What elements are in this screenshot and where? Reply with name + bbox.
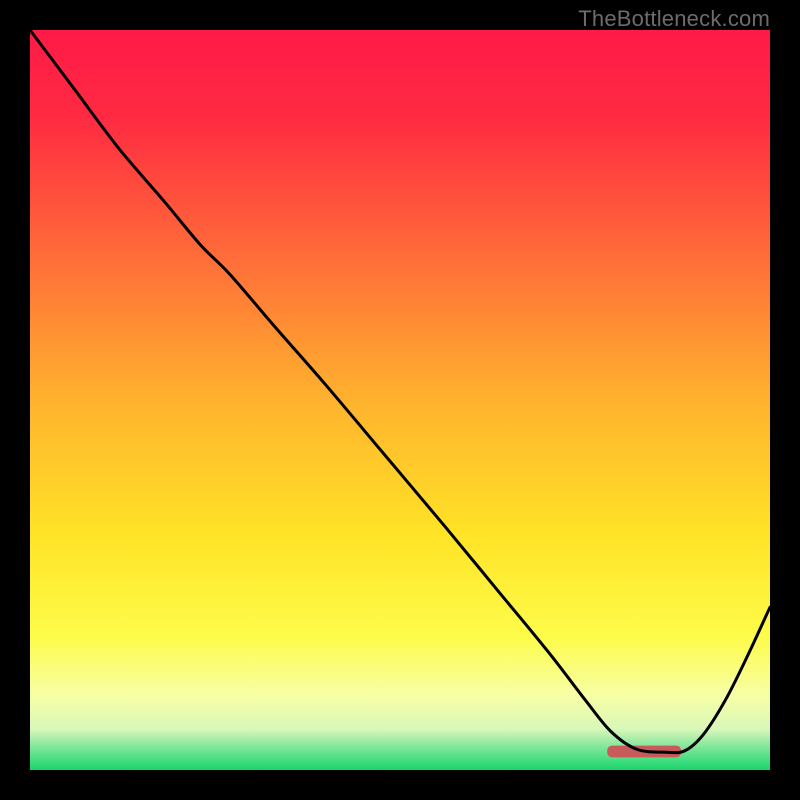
chart-container [30,30,770,770]
gradient-background [30,30,770,770]
watermark-text: TheBottleneck.com [578,6,770,32]
bottleneck-chart [30,30,770,770]
